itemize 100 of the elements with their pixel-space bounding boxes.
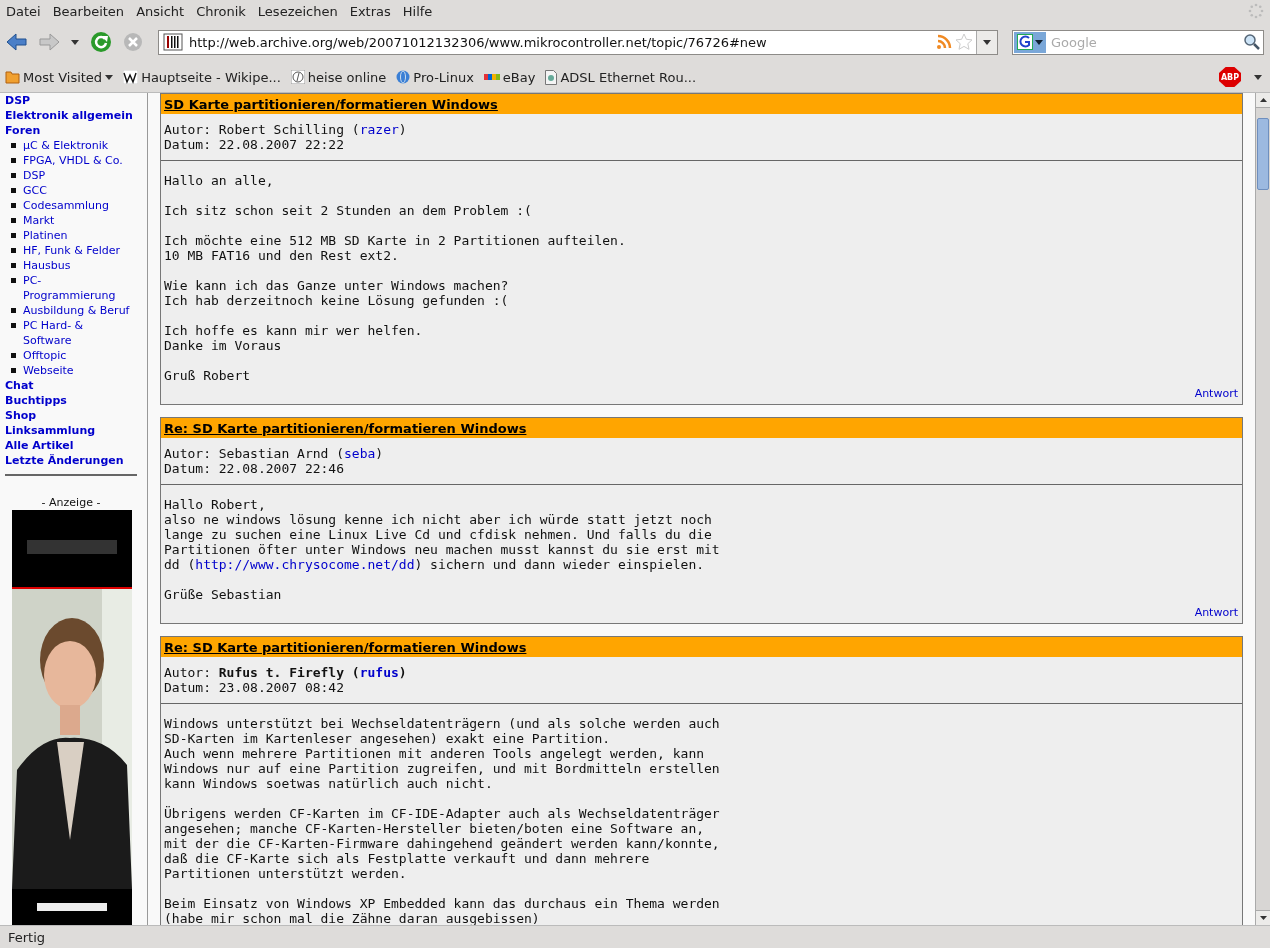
post-paragraph: Wie kann ich das Ganze unter Windows machen? Ich hab derzeitnoch keine Lösung gefunden :(: [164, 278, 510, 308]
post-paragraph: Ich möchte eine 512 MB SD Karte in 2 Partitionen aufteilen. 10 MB FAT16 und den Rest ext2.: [164, 233, 627, 263]
sidebar-link[interactable]: Shop: [5, 408, 142, 423]
down-arrow-icon: [1259, 916, 1267, 920]
bullet-icon: [11, 323, 16, 328]
post-paragraph: Hallo an alle,: [164, 173, 275, 188]
post-paragraph: Beim Einsatz von Windows XP Embedded kann das durchaus ein Thema werden (habe mir schon mal die Zähne daran ausgebissen): [164, 896, 721, 925]
menu-item[interactable]: Hilfe: [402, 3, 433, 19]
caret-icon: [105, 74, 114, 80]
search-icon[interactable]: [1243, 33, 1261, 51]
username-link[interactable]: seba: [344, 446, 376, 461]
date-line: Datum: 22.08.2007 22:46: [164, 461, 345, 476]
forum-link[interactable]: µC & Elektronik: [23, 138, 109, 153]
bullet-icon: [11, 308, 16, 313]
star-icon[interactable]: [955, 33, 973, 51]
caret-icon: [71, 39, 79, 45]
adblock-icon[interactable]: ABP: [1219, 67, 1241, 87]
forum-link[interactable]: Webseite: [23, 363, 74, 378]
post-paragraph: Ich sitz schon seit 2 Stunden an dem Problem :(: [164, 203, 533, 218]
forum-link[interactable]: PC-Programmierung: [23, 273, 133, 303]
bullet-icon: [11, 218, 16, 223]
caret-icon: [1254, 74, 1262, 80]
post-paragraph: Windows unterstützt bei Wechseldatenträgern (und als solche werden auch SD-Karten im Kartenleser angesehen) exakt eine Partition. Auch wenn mehrere Partitionen mit anderen Tools angelegt werden, kann Windows nur auf eine Partition zugreifen, und mit Bordmitteln erstellen kann Windows soetwas natürlich auch nicht.: [164, 716, 721, 791]
site-icon: [163, 33, 183, 51]
menu-item[interactable]: Lesezeichen: [257, 3, 338, 19]
bullet-icon: [11, 368, 16, 373]
bookmark-item[interactable]: heise online: [290, 69, 387, 85]
bullet-icon: [11, 158, 16, 163]
menu-item[interactable]: Chronik: [196, 3, 246, 19]
reply-link[interactable]: Antwort: [1194, 606, 1238, 619]
body-link[interactable]: http://www.chrysocome.net/dd: [195, 557, 415, 572]
forum-link[interactable]: HF, Funk & Felder: [23, 243, 121, 258]
sidebar-link[interactable]: Elektronik allgemein: [5, 108, 142, 123]
sidebar-link[interactable]: Chat: [5, 378, 142, 393]
forum-link[interactable]: Platinen: [23, 228, 68, 243]
scroll-thumb[interactable]: [1257, 118, 1269, 190]
bullet-icon: [11, 173, 16, 178]
forum-link[interactable]: Codesammlung: [23, 198, 110, 213]
author-line: Autor: Sebastian Arnd (seba): [164, 446, 385, 461]
bullet-icon: [11, 353, 16, 358]
address-field[interactable]: http://web.archive.org/web/20071012132306/www.mikrocontroller.net/topic/76726#new: [158, 29, 998, 55]
bullet-icon: [11, 233, 16, 238]
sidebar-link[interactable]: DSP: [5, 93, 142, 108]
author-line: Autor: Robert Schilling (razer): [164, 122, 408, 137]
post-paragraph: Ich hoffe es kann mir wer helfen. Danke im Voraus: [164, 323, 424, 353]
bullet-icon: [11, 143, 16, 148]
ebay-icon: [483, 72, 500, 82]
sidebar-link[interactable]: Buchtipps: [5, 393, 142, 408]
heise-icon: [290, 70, 305, 84]
date-line: Datum: 23.08.2007 08:42: [164, 680, 345, 695]
globe-icon: [396, 70, 411, 84]
caret-icon: [1035, 39, 1043, 45]
scroll-down-button[interactable]: [1256, 910, 1270, 925]
forum-link[interactable]: Markt: [23, 213, 55, 228]
forum-link[interactable]: Offtopic: [23, 348, 67, 363]
engine-selector[interactable]: [1014, 31, 1046, 53]
scroll-up-button[interactable]: [1256, 93, 1270, 108]
bookmark-item[interactable]: Pro-Linux: [396, 69, 474, 85]
reload-button[interactable]: [88, 29, 114, 55]
up-arrow-icon: [1259, 98, 1267, 102]
forum-link[interactable]: GCC: [23, 183, 47, 198]
folder-icon: [5, 70, 20, 84]
username-link[interactable]: rufus: [359, 665, 399, 680]
reply-link[interactable]: Antwort: [1194, 387, 1238, 400]
search-bar[interactable]: Google: [1012, 29, 1264, 55]
post-paragraph: Hallo Robert, also ne windows lösung kenne ich nicht aber ich würde statt jetzt noch lange zu suchen eine Linux Live Cd und cfdisk nehmen. Und falls du die Partitionen öfter unter Windows neu machen musst kannst du sie erst mit dd (http://www.chrysocome.net/dd) sichern und dann wieder einspielen.: [164, 497, 721, 572]
sidebar-link[interactable]: Letzte Änderungen: [5, 453, 142, 468]
bookmark-item[interactable]: eBay: [483, 69, 536, 85]
w-icon: [123, 70, 139, 84]
page-icon: [545, 69, 558, 85]
sidebar-link[interactable]: Foren: [5, 123, 142, 138]
bookmark-item[interactable]: Hauptseite - Wikipe...: [123, 69, 281, 85]
post-paragraph: Übrigens werden CF-Karten im CF-IDE-Adapter auch als Wechseldatenträger angesehen; manche CF-Karten-Hersteller bieten/boten eine Software an, mit der die CF-Karten-Firmware dahingehend geändert werden kann/konnte, daß die CF-Karte sich als Festplatte verkauft und dann mehrere Partitionen unterstützt werden.: [164, 806, 721, 881]
menu-item[interactable]: Extras: [349, 3, 391, 19]
menu-item[interactable]: Ansicht: [136, 3, 185, 19]
bullet-icon: [11, 188, 16, 193]
spinner-icon: [1248, 3, 1264, 19]
ad-label: - Anzeige -: [40, 496, 102, 510]
bullet-icon: [11, 203, 16, 208]
forum-link[interactable]: Ausbildung & Beruf: [23, 303, 130, 318]
bullet-icon: [11, 263, 16, 268]
g-icon: [1017, 34, 1033, 50]
status-text: Fertig: [0, 925, 1270, 948]
author-line: Autor: Rufus t. Firefly (rufus): [164, 665, 408, 680]
menu-item[interactable]: Datei: [6, 3, 41, 19]
bookmark-item[interactable]: Most Visited: [5, 69, 114, 85]
address-dropdown[interactable]: [976, 30, 997, 54]
bookmark-item[interactable]: ADSL Ethernet Rou...: [545, 69, 697, 85]
forum-link[interactable]: FPGA, VHDL & Co.: [23, 153, 123, 168]
menu-item[interactable]: Bearbeiten: [52, 3, 125, 19]
bullet-icon: [11, 278, 16, 283]
forum-link[interactable]: PC Hard- & Software: [23, 318, 133, 348]
date-line: Datum: 22.08.2007 22:22: [164, 137, 345, 152]
bullet-icon: [11, 248, 16, 253]
rss-icon: [936, 34, 952, 50]
sidebar-link[interactable]: Linksammlung: [5, 423, 142, 438]
forum-link[interactable]: Hausbus: [23, 258, 71, 273]
forum-link[interactable]: DSP: [23, 168, 46, 183]
sidebar-link[interactable]: Alle Artikel: [5, 438, 142, 453]
username-link[interactable]: razer: [359, 122, 399, 137]
